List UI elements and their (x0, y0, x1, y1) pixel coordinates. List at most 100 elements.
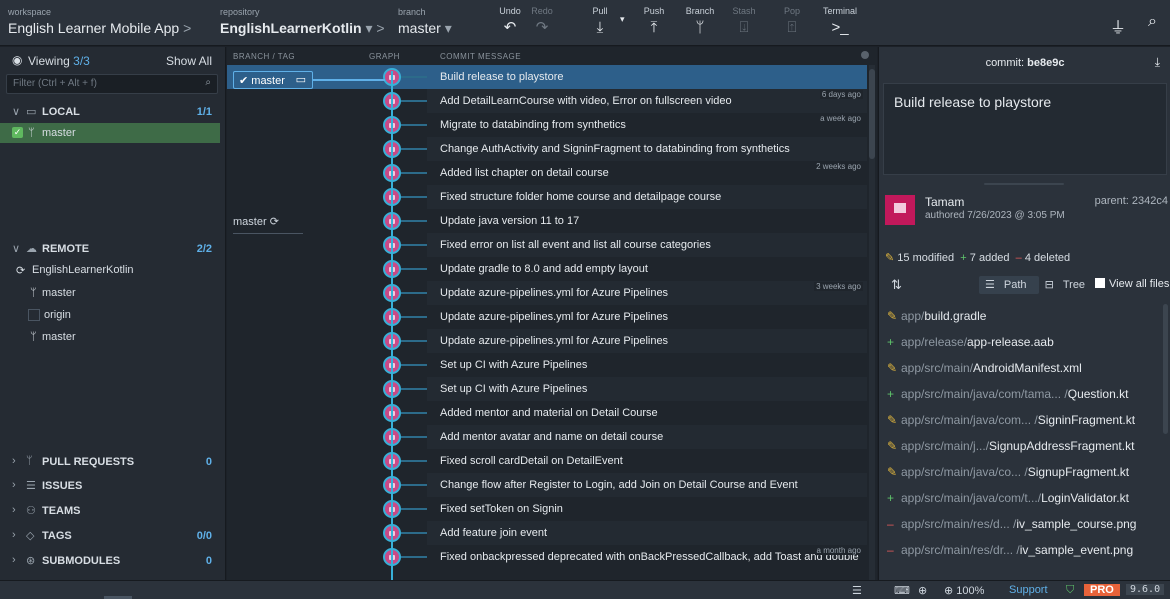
commit-row[interactable]: Update azure-pipelines.yml for Azure Pip… (227, 329, 867, 353)
section-issues[interactable]: › ☰ ISSUES (0, 475, 226, 497)
changed-file[interactable]: – app/src/main/res/dr... /iv_sample_event… (879, 538, 1164, 564)
commit-row[interactable]: Added mentor and material on Detail Cour… (227, 401, 867, 425)
zoom-level[interactable]: ⊕ 100% (944, 584, 984, 597)
section-pull-requests[interactable]: › ᛘ PULL REQUESTS 0 (0, 451, 226, 473)
viewing-header: ◉ Viewing 3/3 Show All (12, 53, 212, 68)
commit-row[interactable]: Change flow after Register to Login, add… (227, 473, 867, 497)
file-path: app/src/main/res/dr... /iv_sample_event.… (901, 543, 1134, 557)
scrollbar-thumb[interactable] (869, 69, 875, 159)
commit-row[interactable]: Update azure-pipelines.yml for Azure Pip… (227, 305, 867, 329)
changed-file[interactable]: + app/src/main/java/com/t.../LoginValidat… (879, 486, 1164, 512)
remote-branch-tag[interactable]: master ⟳ (233, 215, 279, 228)
changed-file[interactable]: – app/src/main/res/d... /iv_sample_course… (879, 512, 1164, 538)
push-button[interactable]: Push ⤒ (634, 6, 674, 42)
commit-row[interactable]: Update gradle to 8.0 and add empty layou… (227, 257, 867, 281)
status-bar: ☰ ⌨ ⊕ ⊕ 100% Support ⛉ PRO 9.6.0 (0, 580, 1170, 599)
left-panel: ◉ Viewing 3/3 Show All Filter (Ctrl + Al… (0, 47, 226, 580)
pencil-icon: ✎ (887, 309, 898, 323)
teams-icon: ⚇ (26, 505, 36, 517)
changed-file[interactable]: + app/release/app-release.aab (879, 330, 1164, 356)
path-view-button[interactable]: ☰ Path (979, 276, 1039, 294)
commit-message: Change flow after Register to Login, add… (440, 479, 798, 491)
commit-row[interactable]: Added list chapter on detail course 2 wee… (227, 161, 867, 185)
commit-row[interactable]: Build release to playstore (227, 65, 867, 89)
action-menu-icon[interactable]: ⏚ (1110, 14, 1126, 38)
search-icon[interactable]: ⌕ (1148, 13, 1157, 31)
commit-row[interactable]: Change AuthActivity and SigninFragment t… (227, 137, 867, 161)
branch-selector[interactable]: master ▾ (398, 20, 452, 37)
parent-sha[interactable]: parent: 2342c4 (1095, 195, 1168, 207)
plus-icon: + (960, 252, 967, 264)
commit-message-box[interactable]: Build release to playstore (883, 83, 1167, 175)
commit-row[interactable]: Migrate to databinding from synthetics a … (227, 113, 867, 137)
changed-file[interactable]: ✎ app/src/main/j.../SignupAddressFragment… (879, 434, 1164, 460)
file-path: app/src/main/java/com... /SigninFragment… (901, 413, 1136, 427)
remote-branch-master[interactable]: ᛘ master (0, 283, 220, 303)
commit-row[interactable]: Fixed structure folder home course and d… (227, 185, 867, 209)
pull-icon: ⤓ (596, 19, 604, 36)
commit-row[interactable]: Set up CI with Azure Pipelines (227, 353, 867, 377)
commit-row[interactable]: Fixed error on list all event and list a… (227, 233, 867, 257)
file-list-scrollbar[interactable] (1163, 304, 1168, 434)
section-submodules[interactable]: › ⊛ SUBMODULES 0 (0, 550, 226, 572)
branch-icon: ᛘ (30, 331, 37, 343)
pull-options-chevron-icon[interactable]: ▾ (620, 14, 625, 25)
branch-button[interactable]: Branch ᛘ (680, 6, 720, 42)
workspace-selector[interactable]: English Learner Mobile App > (8, 20, 191, 36)
commit-sha: commit: be8e9c (985, 57, 1065, 69)
changed-file[interactable]: ✎ app/build.gradle (879, 304, 1164, 330)
redo-button[interactable]: Redo ↷ (522, 6, 562, 42)
commit-time: a month ago (814, 546, 863, 555)
section-tags[interactable]: › ◇ TAGS 0/0 (0, 525, 226, 547)
checkmark-icon: ✓ (12, 127, 23, 138)
filter-input[interactable]: Filter (Ctrl + Alt + f) ⌕ (6, 74, 218, 94)
view-all-files-checkbox[interactable]: View all files (1095, 278, 1169, 290)
support-link[interactable]: Support (1009, 584, 1048, 596)
download-icon[interactable]: ⤓ (1155, 55, 1160, 70)
stash-button[interactable]: Stash ⍗ (724, 6, 764, 42)
section-teams[interactable]: › ⚇ TEAMS (0, 500, 226, 522)
remote-repo[interactable]: ⟳ EnglishLearnerKotlin (0, 260, 220, 280)
repository-selector[interactable]: EnglishLearnerKotlin ▾ > (220, 20, 385, 37)
plus-icon: + (887, 335, 895, 349)
column-options-icon[interactable] (861, 51, 869, 59)
commit-row[interactable]: Fixed scroll cardDetail on DetailEvent (227, 449, 867, 473)
graph-scrollbar[interactable] (869, 65, 875, 580)
changed-file[interactable]: ✎ app/src/main/AndroidManifest.xml (879, 356, 1164, 382)
section-remote[interactable]: ∨ ☁ REMOTE 2/2 (0, 238, 226, 260)
commit-row[interactable]: Fixed setToken on Signin (227, 497, 867, 521)
origin-branch-master[interactable]: ᛘ master (0, 327, 220, 347)
show-all-button[interactable]: Show All (166, 54, 212, 68)
commit-message: Update gradle to 8.0 and add empty layou… (440, 263, 648, 275)
section-local[interactable]: ∨ ▭ LOCAL 1/1 (0, 101, 226, 123)
local-branch-tag[interactable]: ✔ master ▭ (233, 71, 313, 89)
authored-date: authored 7/26/2023 @ 3:05 PM (925, 210, 1065, 221)
commit-row[interactable]: Add DetailLearnCourse with video, Error … (227, 89, 867, 113)
commit-graph: BRANCH / TAG GRAPH COMMIT MESSAGE Build … (227, 47, 877, 580)
commit-row[interactable]: Add feature join event (227, 521, 867, 545)
changed-file[interactable]: ✎ app/src/main/java/com... /SigninFragmen… (879, 408, 1164, 434)
file-path: app/src/main/j.../SignupAddressFragment.… (901, 439, 1135, 453)
terminal-button[interactable]: Terminal >_ (816, 6, 864, 42)
changed-file[interactable]: + app/src/main/java/com/tama... /Question… (879, 382, 1164, 408)
commit-row[interactable]: Fixed onbackpressed deprecated with onBa… (227, 545, 867, 569)
pencil-icon: ✎ (885, 252, 895, 264)
remote-origin[interactable]: origin (0, 305, 220, 325)
changed-file[interactable]: ✎ app/src/main/java/co... /SignupFragment… (879, 460, 1164, 486)
commit-row[interactable]: Update azure-pipelines.yml for Azure Pip… (227, 281, 867, 305)
fullscreen-icon[interactable]: ⊕ (918, 584, 927, 597)
file-path: app/src/main/AndroidManifest.xml (901, 361, 1082, 375)
local-branch-master[interactable]: ✓ ᛘ master (0, 123, 220, 143)
commit-row[interactable]: Set up CI with Azure Pipelines (227, 377, 867, 401)
pro-badge[interactable]: PRO (1084, 584, 1120, 596)
commit-message: Fixed setToken on Signin (440, 503, 563, 515)
commit-row[interactable]: Add mentor avatar and name on detail cou… (227, 425, 867, 449)
pop-button[interactable]: Pop ⍐ (778, 6, 806, 42)
sort-icon[interactable]: ⇅ (891, 277, 902, 293)
keyboard-icon[interactable]: ⌨ (894, 584, 910, 597)
push-icon: ⤒ (650, 19, 658, 36)
list-view-icon[interactable]: ☰ (852, 584, 862, 597)
pull-button[interactable]: Pull ⤓ (580, 6, 620, 42)
commit-row[interactable]: Update java version 11 to 17 (227, 209, 867, 233)
tree-view-button[interactable]: ⊟ Tree (1039, 276, 1098, 294)
